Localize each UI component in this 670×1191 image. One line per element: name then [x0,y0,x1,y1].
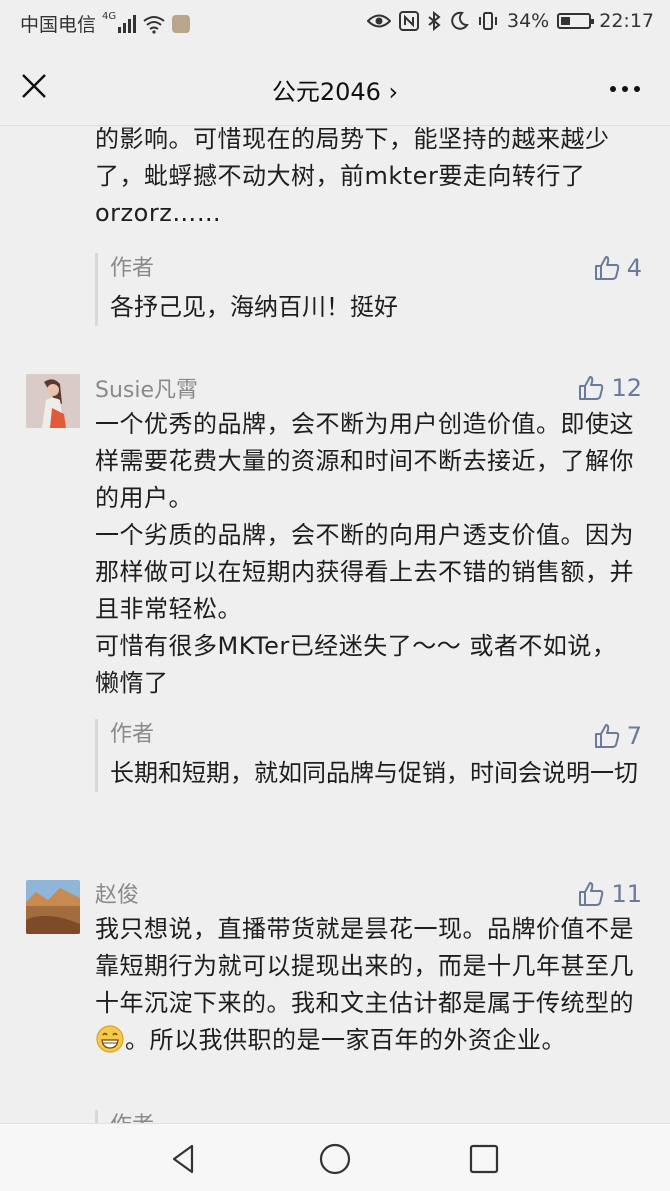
avatar[interactable] [26,374,80,428]
more-options-icon[interactable] [610,86,640,92]
reply-author: 作者 [110,256,155,281]
comment-text-part: 我只想说，直播带货就是昙花一现。品牌价值不是靠短期行为就可以提现出来的，而是十几… [95,915,634,1017]
comment-username[interactable]: Susie凡霄 [95,372,198,404]
like-button[interactable]: 7 [593,722,642,750]
like-count: 4 [626,254,642,282]
status-right: 34% 22:17 [367,10,654,32]
like-button[interactable]: 11 [577,880,642,908]
moon-icon [451,11,469,30]
chevron-right-icon: › [388,78,399,106]
recents-icon[interactable] [467,1142,501,1176]
author-reply: 作者 长期和短期，就如同品牌与促销，时间会说明一切 [95,719,640,792]
app-notification-icon [172,14,191,33]
avatar-image [26,880,80,934]
reply-author: 作者 [110,722,155,747]
comment-text: 我只想说，直播带货就是昙花一现。品牌价值不是靠短期行为就可以提现出来的，而是十几… [95,911,640,1059]
thumbs-up-icon [594,724,619,748]
clock: 22:17 [599,10,654,32]
vibrate-icon [479,12,497,30]
like-button[interactable]: 4 [593,254,642,282]
system-nav-bar [0,1123,670,1191]
status-left: 中国电信 4G [20,10,191,37]
page-title-text: 公元2046 [271,78,381,106]
like-button[interactable]: 12 [577,374,642,402]
like-count: 11 [611,880,642,908]
comment-text: 一个优秀的品牌，会不断为用户创造价值。即使这样需要花费大量的资源和时间不断去接近… [95,410,634,697]
nfc-icon [399,11,419,31]
nav-bar: 公元2046 › [0,46,670,126]
home-icon[interactable] [318,1142,352,1176]
reply-author: 作者 [110,1110,640,1123]
author-reply: 作者 [95,1110,640,1123]
comment-text: 的影响。可惜现在的局势下，能坚持的越来越少了，蚍蜉撼不动大树，前mkter要走向… [95,127,610,227]
grin-emoji-icon [96,1025,124,1053]
carrier-label: 中国电信 [20,14,97,36]
network-type: 4G [102,11,117,22]
like-count: 12 [611,374,642,402]
thumbs-up-icon [579,882,604,906]
author-reply: 作者 各抒己见，海纳百川！挺好 [95,253,640,326]
comment-list: 的影响。可惜现在的局势下，能坚持的越来越少了，蚍蜉撼不动大树，前mkter要走向… [0,127,670,1123]
battery-icon [557,13,595,29]
avatar-image [26,374,80,428]
wifi-icon [143,15,165,34]
status-bar: 中国电信 4G 34% 22:17 [0,0,670,46]
comment-username[interactable]: 赵俊 [95,877,139,909]
avatar[interactable] [26,880,80,934]
reply-text: 各抒己见，海纳百川！挺好 [110,293,398,321]
like-count: 7 [626,722,642,750]
thumbs-up-icon [579,376,604,400]
comment-text-part: 。所以我供职的是一家百年的外资企业。 [125,1026,566,1054]
eye-icon [367,14,391,28]
reply-text: 长期和短期，就如同品牌与促销，时间会说明一切 [110,759,638,787]
bluetooth-icon [428,11,441,31]
back-icon[interactable] [168,1142,202,1176]
battery-percent: 34% [507,10,550,32]
page-title[interactable]: 公元2046 › [0,72,670,107]
signal-icon [118,14,137,33]
thumbs-up-icon [594,256,619,280]
